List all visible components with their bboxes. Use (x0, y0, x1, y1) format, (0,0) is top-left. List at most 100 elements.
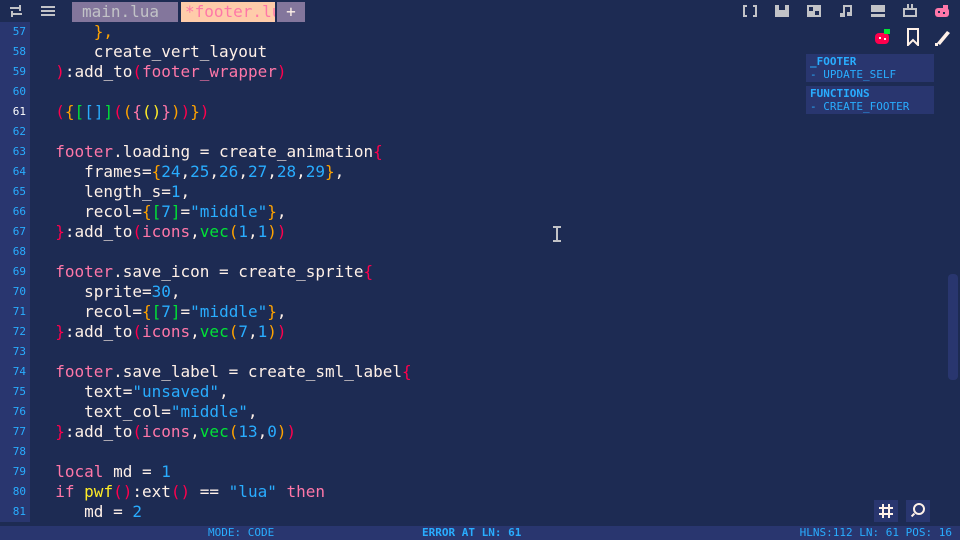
status-error[interactable]: ERROR AT LN: 61 (422, 526, 521, 540)
code-token: , (190, 222, 200, 241)
line-number: 63 (12, 145, 26, 158)
code-token: .save_icon = create_sprite (113, 262, 364, 281)
code-line[interactable]: if pwf():ext() == "lua" then (36, 482, 796, 502)
code-line[interactable] (36, 82, 796, 102)
code-token: 7 (161, 202, 171, 221)
search-button[interactable] (906, 500, 930, 522)
code-line[interactable] (36, 242, 796, 262)
code-line[interactable]: sprite=30, (36, 282, 796, 302)
code-token: { (132, 102, 143, 121)
tool-icons (740, 2, 952, 20)
code-token: ] (170, 302, 181, 321)
bookmark-button[interactable] (898, 24, 928, 50)
code-token: md = (36, 502, 133, 521)
line-number: 73 (12, 345, 26, 358)
code-token: .save_label = create_sml_label (113, 362, 403, 381)
code-token: "middle" (190, 302, 268, 321)
outline-item[interactable]: - CREATE_FOOTER (810, 100, 930, 113)
status-mode: MODE: CODE (208, 526, 275, 539)
code-line[interactable]: }:add_to(icons,vec(7,1)) (36, 322, 796, 342)
code-token: ) (286, 422, 297, 441)
swap-icon (10, 5, 22, 17)
code-line[interactable]: text_col="middle", (36, 402, 796, 422)
code-token: 7 (161, 302, 171, 321)
code-token: 1 (257, 222, 268, 241)
code-line[interactable]: footer.loading = create_animation{ (36, 142, 796, 162)
code-token: :add_to (64, 322, 133, 341)
code-token: ) (151, 102, 162, 121)
code-token: ) (267, 322, 277, 341)
brackets-icon (743, 5, 757, 17)
sfx-editor-button[interactable] (868, 2, 888, 20)
music-editor-button[interactable] (836, 2, 856, 20)
outline-functions[interactable]: FUNCTIONS - CREATE_FOOTER (806, 86, 934, 114)
code-token: , (190, 422, 200, 441)
code-token: } (161, 102, 171, 121)
code-line[interactable]: frames={24,25,26,27,28,29}, (36, 162, 796, 182)
code-token: sprite= (36, 282, 152, 301)
code-editor-button[interactable] (740, 2, 760, 20)
code-line[interactable]: length_s=1, (36, 182, 796, 202)
menu-button[interactable] (32, 0, 64, 22)
sprite-editor-button[interactable] (804, 2, 824, 20)
code-token: text= (36, 382, 133, 401)
run-button[interactable] (900, 2, 920, 20)
code-token: if (55, 482, 75, 501)
code-token: ( (132, 222, 142, 241)
code-token: [ (151, 202, 162, 221)
code-token: , (247, 322, 258, 341)
switch-workspace-button[interactable] (0, 0, 32, 22)
code-line[interactable] (36, 122, 796, 142)
outline-item[interactable]: - UPDATE_SELF (810, 68, 930, 81)
vertical-scrollbar[interactable] (948, 274, 958, 380)
code-line[interactable] (36, 442, 796, 462)
code-line[interactable]: }:add_to(icons,vec(1,1)) (36, 222, 796, 242)
strawberry-panel-button[interactable] (868, 24, 898, 50)
code-token: }, (93, 22, 114, 41)
code-token: 1 (161, 462, 171, 481)
code-area[interactable]: }, create_vert_layout ):add_to(footer_wr… (36, 22, 796, 522)
code-token: pwf (84, 482, 114, 501)
code-line[interactable]: recol={[7]="middle"}, (36, 202, 796, 222)
code-line[interactable]: }:add_to(icons,vec(13,0)) (36, 422, 796, 442)
strawberry-button[interactable] (932, 2, 952, 20)
line-number: 69 (12, 265, 26, 278)
line-number: 59 (12, 65, 26, 78)
code-token: [ (84, 102, 94, 121)
code-line[interactable]: md = 2 (36, 502, 796, 522)
code-line[interactable]: ):add_to(footer_wrapper) (36, 62, 796, 82)
code-token: 26 (219, 162, 239, 181)
code-token: footer (55, 142, 114, 161)
editor-tools (874, 500, 930, 522)
code-line[interactable]: }, (36, 22, 796, 42)
outline-footer[interactable]: _FOOTER - UPDATE_SELF (806, 54, 934, 82)
tab-footer-lua[interactable]: *footer.lua (181, 2, 275, 22)
code-token: :add_to (64, 62, 133, 81)
pencil-button[interactable] (928, 24, 958, 50)
code-line[interactable] (36, 342, 796, 362)
code-line[interactable]: local md = 1 (36, 462, 796, 482)
add-tab-button[interactable]: + (277, 2, 305, 22)
code-token: 0 (267, 422, 277, 441)
pencil-icon (935, 31, 950, 46)
line-number: 57 (12, 25, 26, 38)
goto-line-button[interactable] (874, 500, 898, 522)
code-line[interactable]: footer.save_icon = create_sprite{ (36, 262, 796, 282)
code-token: ( (228, 322, 239, 341)
code-token: 7 (238, 322, 248, 341)
code-token: ) (276, 62, 287, 81)
code-token: vec (199, 422, 229, 441)
code-line[interactable]: recol={[7]="middle"}, (36, 302, 796, 322)
chip-button[interactable] (772, 2, 792, 20)
code-token: = (180, 302, 191, 321)
tab-main-lua[interactable]: main.lua (72, 2, 178, 22)
line-number: 76 (12, 405, 26, 418)
code-token: ) (180, 102, 191, 121)
code-line[interactable]: create_vert_layout (36, 42, 796, 62)
code-token: 24 (161, 162, 181, 181)
code-line[interactable]: ({[[]](({()}))}) (36, 102, 796, 122)
code-line[interactable]: footer.save_label = create_sml_label{ (36, 362, 796, 382)
code-line[interactable]: text="unsaved", (36, 382, 796, 402)
